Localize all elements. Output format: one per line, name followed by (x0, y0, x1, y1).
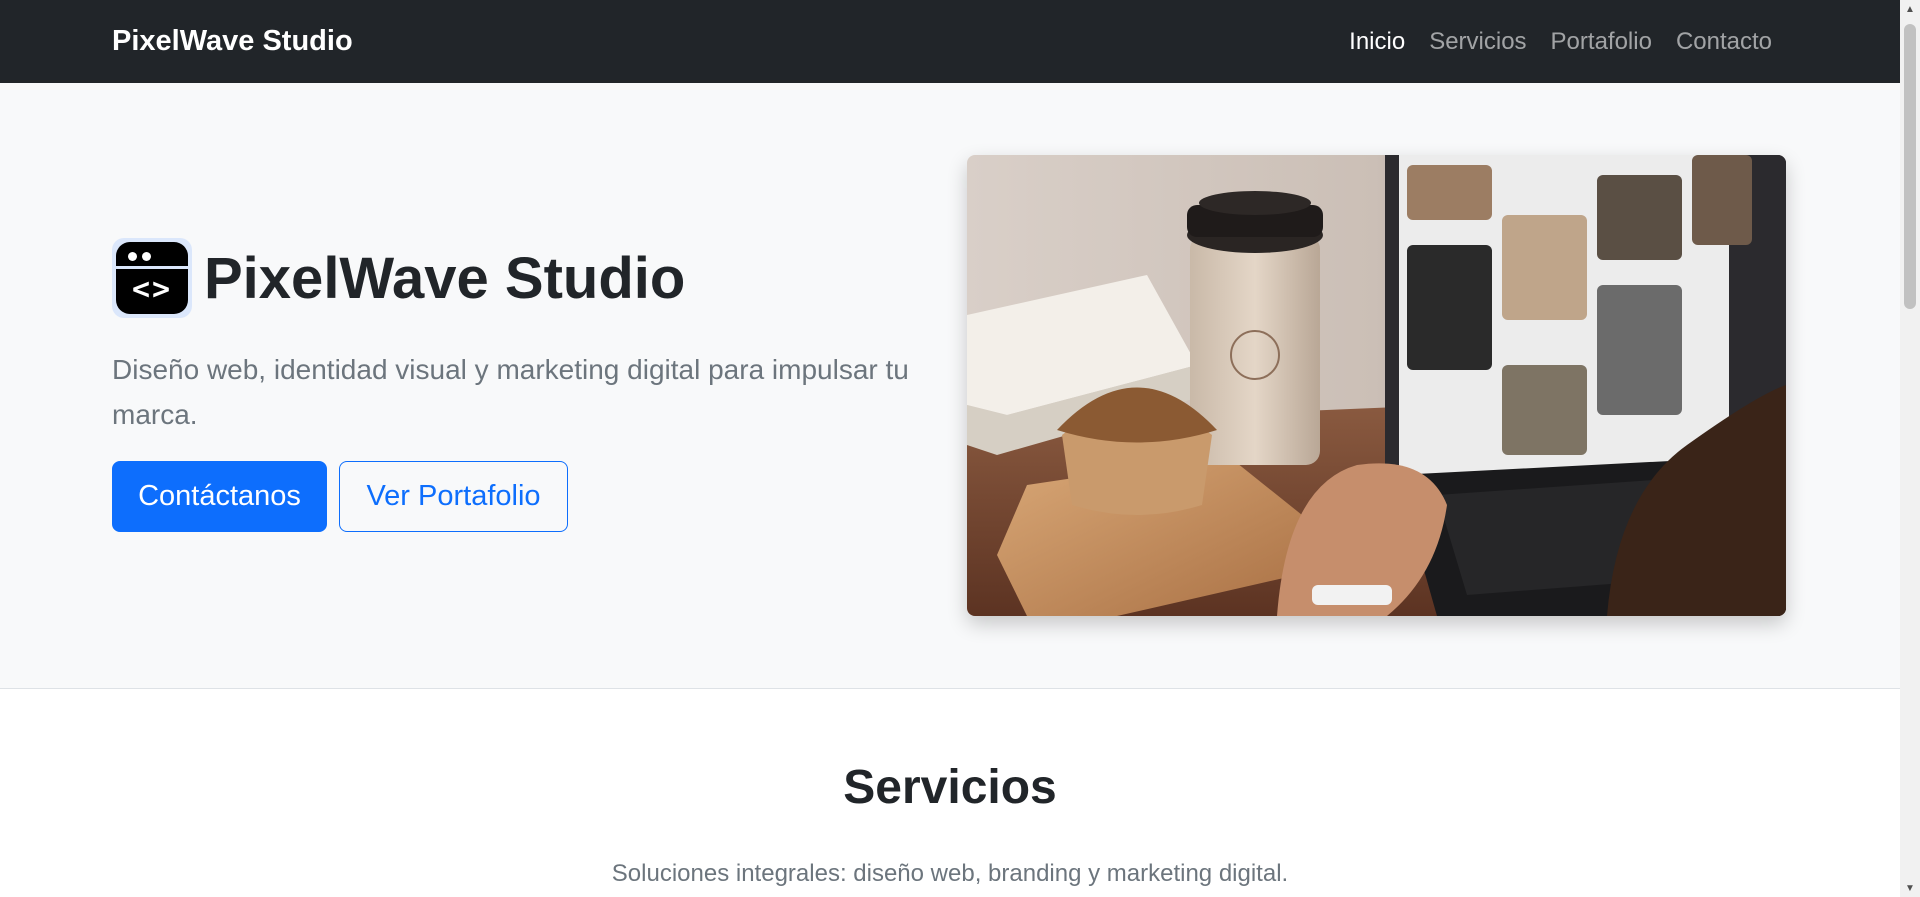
nav-link-portafolio[interactable]: Portafolio (1551, 28, 1652, 56)
nav-link-inicio[interactable]: Inicio (1349, 28, 1405, 56)
vertical-scrollbar[interactable]: ▲ ▼ (1900, 0, 1920, 897)
top-navbar: PixelWave Studio Inicio Servicios Portaf… (0, 0, 1900, 83)
scroll-up-arrow-icon[interactable]: ▲ (1900, 0, 1920, 18)
nav-link-contacto[interactable]: Contacto (1676, 28, 1772, 56)
contact-button[interactable]: Contáctanos (112, 461, 327, 532)
services-subtitle: Soluciones integrales: diseño web, brand… (611, 860, 1289, 887)
nav-link-servicios[interactable]: Servicios (1429, 28, 1526, 56)
brand-link[interactable]: PixelWave Studio (112, 0, 353, 83)
nav-links: Inicio Servicios Portafolio Contacto (1349, 0, 1772, 83)
hero-heading: PixelWave Studio (204, 245, 686, 311)
hero-title-row: <> PixelWave Studio (112, 238, 685, 318)
hero-workspace-image (967, 155, 1786, 616)
hero-lead: Diseño web, identidad visual y marketing… (112, 354, 909, 430)
browser-code-icon: <> (112, 238, 192, 318)
scroll-down-arrow-icon[interactable]: ▼ (1900, 879, 1920, 897)
services-title: Servicios (843, 761, 1057, 814)
scroll-thumb[interactable] (1904, 24, 1916, 309)
portfolio-button[interactable]: Ver Portafolio (339, 461, 568, 532)
hero-section: <> PixelWave Studio Diseño web, identida… (0, 83, 1900, 689)
